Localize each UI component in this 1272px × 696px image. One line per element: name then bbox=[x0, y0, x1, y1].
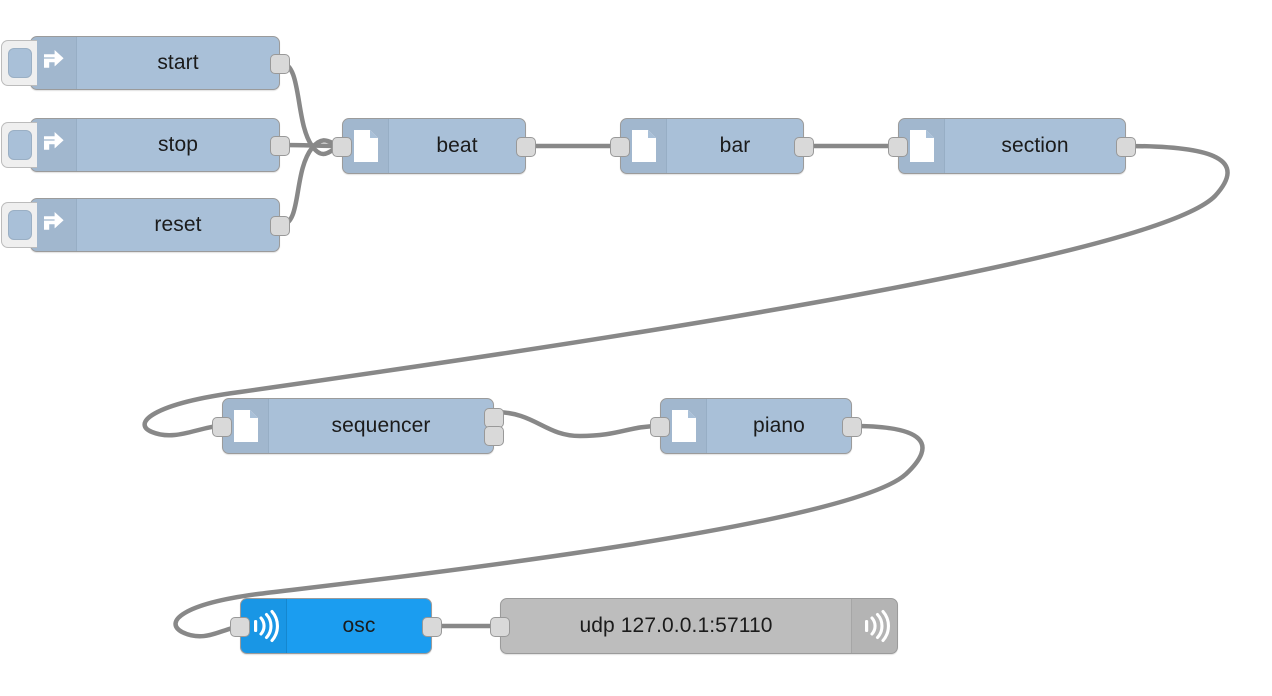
input-port-osc[interactable] bbox=[230, 617, 250, 637]
output-port-sequencer-0[interactable] bbox=[484, 407, 504, 428]
node-piano[interactable]: piano bbox=[650, 398, 862, 454]
inject-trigger-button-inner bbox=[7, 48, 32, 78]
broadcast-icon bbox=[864, 609, 890, 643]
output-port-bar-0[interactable] bbox=[794, 137, 814, 157]
input-port-section[interactable] bbox=[888, 137, 908, 157]
function-page-icon bbox=[233, 410, 258, 442]
node-label-sequencer: sequencer bbox=[331, 414, 431, 437]
output-port-reset-0[interactable] bbox=[270, 216, 290, 236]
wire-layer bbox=[142, 60, 1230, 639]
function-page-icon bbox=[353, 130, 378, 162]
node-stop[interactable]: stop bbox=[1, 118, 290, 172]
wire-section-to-sequencer[interactable] bbox=[142, 143, 1230, 438]
output-port-osc-0[interactable] bbox=[422, 617, 442, 637]
node-label-bar: bar bbox=[719, 134, 751, 157]
node-sequencer[interactable]: sequencer bbox=[212, 398, 504, 454]
node-label-start: start bbox=[157, 51, 199, 74]
function-page-icon bbox=[631, 130, 656, 162]
input-port-sequencer[interactable] bbox=[212, 417, 232, 437]
input-port-beat[interactable] bbox=[332, 137, 352, 157]
node-label-beat: beat bbox=[436, 134, 478, 157]
input-port-bar[interactable] bbox=[610, 137, 630, 157]
node-start[interactable]: start bbox=[1, 36, 290, 90]
broadcast-icon bbox=[253, 609, 279, 643]
function-page-icon bbox=[671, 410, 696, 442]
node-label-section: section bbox=[1001, 134, 1069, 157]
function-page-icon bbox=[909, 130, 934, 162]
node-osc[interactable]: osc bbox=[230, 598, 442, 654]
output-port-stop-0[interactable] bbox=[270, 136, 290, 156]
node-icon-udp bbox=[851, 599, 897, 653]
node-icon-stop bbox=[31, 119, 77, 171]
node-bar[interactable]: bar bbox=[610, 118, 814, 174]
output-port-piano-0[interactable] bbox=[842, 417, 862, 437]
node-section[interactable]: section bbox=[888, 118, 1136, 174]
node-icon-start bbox=[31, 37, 77, 89]
output-port-start-0[interactable] bbox=[270, 54, 290, 74]
inject-arrow-icon bbox=[43, 50, 64, 68]
node-label-reset: reset bbox=[154, 213, 202, 236]
output-port-section-0[interactable] bbox=[1116, 137, 1136, 157]
node-beat[interactable]: beat bbox=[332, 118, 536, 174]
node-label-udp: udp 127.0.0.1:57110 bbox=[579, 614, 773, 637]
wire-sequencer-to-piano[interactable] bbox=[492, 409, 663, 439]
input-port-piano[interactable] bbox=[650, 417, 670, 437]
node-label-osc: osc bbox=[342, 614, 376, 637]
inject-arrow-icon bbox=[43, 132, 64, 150]
flow-canvas[interactable]: start stop reset beat bar section sequencer pia… bbox=[0, 0, 1272, 696]
output-port-sequencer-1[interactable] bbox=[484, 426, 504, 447]
node-udp[interactable]: udp 127.0.0.1:57110 bbox=[490, 598, 898, 654]
node-reset[interactable]: reset bbox=[1, 198, 290, 252]
node-label-piano: piano bbox=[753, 414, 805, 437]
inject-arrow-icon bbox=[43, 212, 64, 230]
inject-trigger-button-inner bbox=[7, 130, 32, 160]
inject-trigger-button-start[interactable] bbox=[1, 40, 37, 86]
inject-trigger-button-inner bbox=[7, 210, 32, 240]
node-label-stop: stop bbox=[157, 133, 199, 156]
input-port-udp[interactable] bbox=[490, 617, 510, 637]
inject-trigger-button-stop[interactable] bbox=[1, 122, 37, 168]
inject-trigger-button-reset[interactable] bbox=[1, 202, 37, 248]
output-port-beat-0[interactable] bbox=[516, 137, 536, 157]
node-icon-reset bbox=[31, 199, 77, 251]
